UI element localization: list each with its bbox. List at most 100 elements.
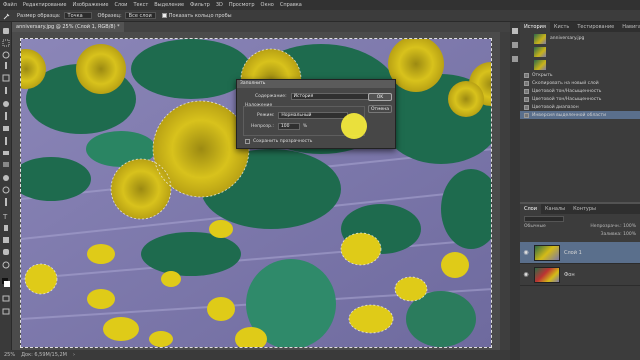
zoom-tool-icon[interactable] [2,261,10,269]
mode-label: Режим: [257,113,275,118]
menu-3d[interactable]: 3D [216,2,223,8]
shape-tool-icon[interactable] [3,237,9,243]
healing-tool-icon[interactable] [3,101,9,107]
history-step-label: Цветовой диапазон [532,104,579,110]
cancel-button[interactable]: Отмена [368,105,392,113]
menu-layers[interactable]: Слои [114,2,127,8]
menu-view[interactable]: Просмотр [229,2,255,8]
tab-layers[interactable]: Слои [520,204,541,214]
show-ring-checkbox[interactable] [161,13,167,18]
adjustments-panel-icon[interactable] [512,56,518,62]
eye-icon[interactable]: ◉ [522,271,530,278]
pen-tool-icon[interactable] [5,198,7,206]
menu-file[interactable]: Файл [3,2,17,8]
menu-edit[interactable]: Редактирование [23,2,67,8]
path-select-tool-icon[interactable] [4,225,8,231]
sample-size-label: Размер образца: [17,12,61,19]
sample-select[interactable]: Все слои [124,12,156,19]
vertical-scrollbar[interactable] [500,32,510,350]
history-step-icon [524,72,529,78]
mode-select[interactable]: Нормальный [278,112,349,119]
history-step-icon [524,96,529,102]
quick-mask-icon[interactable] [2,295,10,302]
screen-mode-icon[interactable] [2,308,10,315]
menu-select[interactable]: Выделение [154,2,184,8]
layers-panel: Слои Каналы Контуры Обычные Непрозрачн.:… [520,204,640,360]
opacity-input[interactable]: 100 [277,123,300,130]
opacity-value[interactable]: 100% [623,224,636,229]
layer-thumbnail [534,244,560,261]
history-step-label: Цветовой тон/Насыщенность [532,88,602,94]
history-step-active[interactable]: Инверсия выделенной области [520,111,640,119]
sample-size-select[interactable]: Точка [63,12,92,19]
tab-paths[interactable]: Контуры [569,204,600,214]
history-snapshot[interactable]: anniversary.jpg [520,32,640,45]
document-tab[interactable]: anniversary.jpg @ 25% (Слой 1, RGB/8) * [12,22,124,32]
stamp-tool-icon[interactable] [3,126,9,131]
tab-testing[interactable]: Тестирование [573,22,618,32]
layer-filter-select[interactable] [524,216,564,222]
history-step[interactable]: Скопировать на новый слой [520,79,640,87]
tab-channels[interactable]: Каналы [541,204,569,214]
tab-history[interactable]: История [520,22,550,32]
tab-brush[interactable]: Кисть [550,22,573,32]
marquee-tool-icon[interactable] [2,39,10,47]
blend-mode-select[interactable]: Обычные [524,224,546,232]
menu-window[interactable]: Окно [261,2,274,8]
contents-select[interactable]: История [290,93,369,100]
eyedropper-tool-icon[interactable] [3,12,11,20]
brush-tool-icon[interactable] [5,112,7,120]
background-color-swatch[interactable] [4,281,10,287]
hand-tool-icon[interactable] [3,249,9,255]
zoom-level[interactable]: 25% [4,352,15,358]
history-snapshot-2[interactable] [520,45,640,58]
history-step[interactable]: Открыть [520,71,640,79]
fill-value[interactable]: 100% [623,232,636,237]
menu-type[interactable]: Текст [133,2,148,8]
history-brush-tool-icon[interactable] [5,137,7,145]
move-tool-icon[interactable] [3,28,9,34]
ok-button[interactable]: OK [368,93,392,101]
history-step-label: Скопировать на новый слой [532,80,599,86]
menu-bar: Файл Редактирование Изображение Слои Тек… [0,0,640,10]
magic-wand-tool-icon[interactable] [5,62,7,69]
tab-navigator[interactable]: Навигатор [618,22,640,32]
status-arrow[interactable]: › [73,352,75,358]
layer-row[interactable]: ◉ Фон [520,264,640,286]
show-ring-label: Показать кольцо пробы [168,12,232,19]
tools-panel: T [0,22,12,352]
history-step-label: Открыть [532,72,553,78]
type-tool-icon[interactable]: T [2,213,8,221]
eyedropper-sidebar-icon[interactable] [5,87,7,94]
preserve-transparency-checkbox[interactable] [245,139,250,144]
gradient-tool-icon[interactable] [3,162,9,167]
document-info: Док: 6,59M/15,2M [21,352,67,358]
history-snapshot-3[interactable] [520,58,640,71]
options-bar: Размер образца: Точка Образец: Все слои … [0,10,640,22]
layer-thumbnail [534,266,560,283]
history-step[interactable]: Цветовой диапазон [520,103,640,111]
lasso-tool-icon[interactable] [2,51,10,59]
blur-tool-icon[interactable] [3,175,9,181]
crop-tool-icon[interactable] [2,74,10,82]
dodge-tool-icon[interactable] [2,186,10,194]
menu-filter[interactable]: Фильтр [190,2,210,8]
menu-help[interactable]: Справка [280,2,302,8]
contents-label: Содержание: [255,94,287,99]
history-step-icon [524,104,529,110]
history-step[interactable]: Цветовой тон/Насыщенность [520,95,640,103]
preserve-transparency-label: Сохранить прозрачность [253,139,313,144]
history-panel-icon[interactable] [512,28,518,34]
snapshot-thumbnail [534,46,546,57]
properties-panel-icon[interactable] [512,42,518,48]
opacity-label: Непрозрачн.: [590,224,622,229]
history-step[interactable]: Цветовой тон/Насыщенность [520,87,640,95]
layer-name: Слой 1 [564,249,582,256]
menu-image[interactable]: Изображение [72,2,108,8]
eye-icon[interactable]: ◉ [522,249,530,256]
layer-row[interactable]: ◉ Слой 1 [520,242,640,264]
history-step-icon [524,88,529,94]
cursor-highlight [341,113,367,139]
eraser-tool-icon[interactable] [3,151,9,155]
snapshot-thumbnail [534,59,546,70]
